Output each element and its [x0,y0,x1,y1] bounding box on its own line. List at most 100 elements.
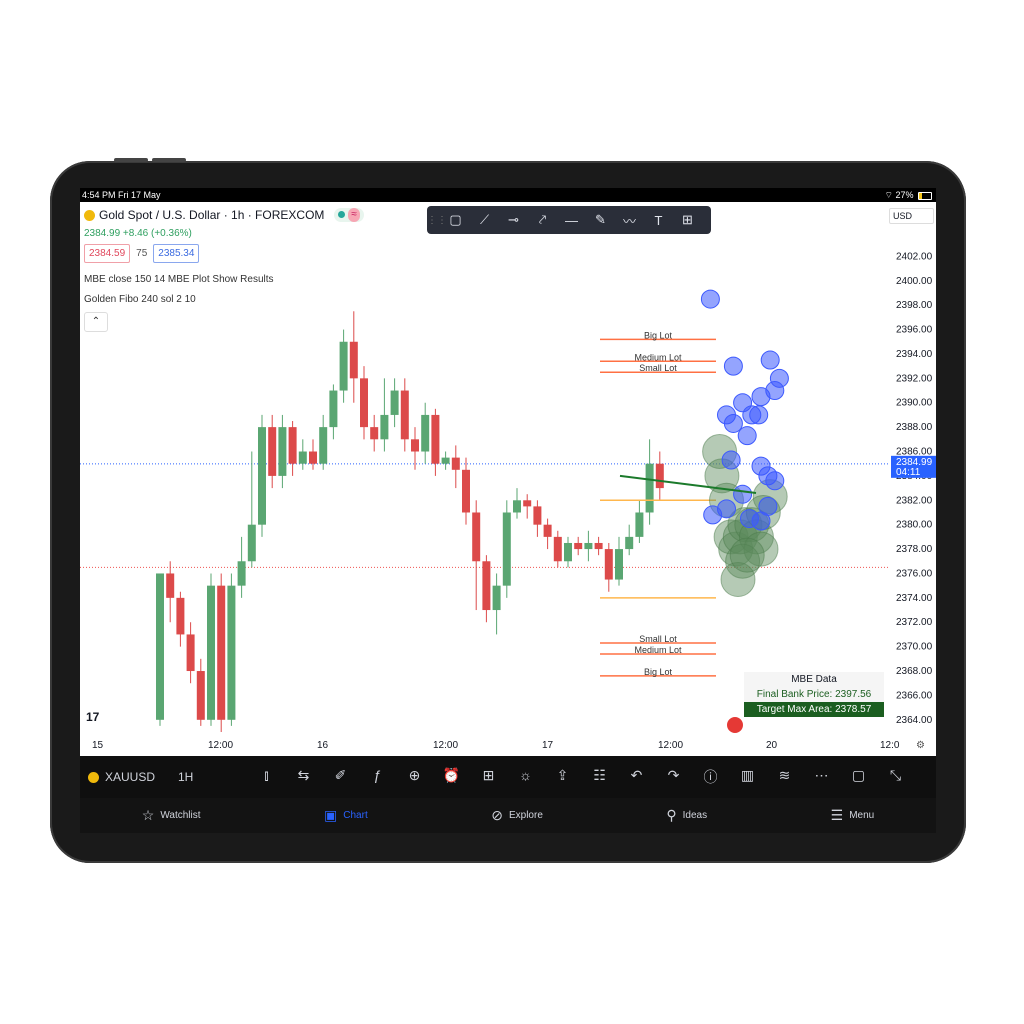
share-icon[interactable]: ⇪ [544,767,581,787]
trend-line-icon[interactable]: ⟋ [470,212,499,228]
y-tick-label: 2388.00 [896,422,933,433]
volume-button [114,158,148,162]
nav-ideas[interactable]: ⚲ Ideas [666,807,707,824]
candle-body [390,390,399,415]
candle-body [176,597,185,635]
x-tick-label: 12:0 [880,740,900,751]
symbol-select[interactable]: XAUUSD [88,770,178,784]
bottom-toolbar: XAUUSD 1H ⫾ ⇆ ✐ ƒ ⊕ ⏰ ⊞ ☼ ⇪ ☷ ↶ ↷ ⓘ ▥ ≋ … [80,756,936,798]
us-flag-icon[interactable] [726,716,744,734]
rectangle-icon[interactable]: ▢ [441,212,470,228]
expand-icon[interactable]: ⤡ [877,767,914,787]
fullscreen-window-icon[interactable]: ▢ [840,767,877,787]
fibo-level-label: Small Lot [639,363,677,373]
gold-coin-icon [88,771,99,783]
mbe-final-bank: Final Bank Price: 2397.56 [744,687,884,702]
candle-body [523,500,532,507]
y-tick-label: 2366.00 [896,690,933,701]
y-tick-label: 2394.00 [896,349,933,360]
y-tick-label: 2364.00 [896,715,933,726]
blue-bubble [703,505,723,525]
nav-explore[interactable]: ⊘ Explore [491,807,543,824]
notes-icon[interactable]: ☷ [581,767,618,787]
layouts-icon[interactable]: ⊞ [470,767,507,787]
candle-body [492,585,501,611]
fibo-level-label: Big Lot [644,330,673,340]
y-tick-label: 2376.00 [896,568,933,579]
sell-button[interactable]: 2384.59 [84,244,131,263]
nav-menu[interactable]: ☰ Menu [831,807,875,824]
add-icon[interactable]: ⊕ [396,767,433,787]
candle-body [298,451,307,464]
candle-body [482,561,491,611]
horizontal-ray-icon[interactable]: ⊸ [499,212,528,228]
x-tick-label: 16 [317,740,329,751]
candle-body [645,463,654,513]
candle-body [258,427,266,525]
more-icon[interactable]: ⋯ [803,767,840,787]
polyline-icon[interactable]: 〰 [615,211,644,230]
candle-body [625,536,634,550]
volume-button [152,158,186,162]
strategy-icon[interactable]: ≋ [766,767,803,787]
path-icon[interactable]: ⤤ [528,212,557,228]
timeframe-select[interactable]: 1H [178,770,248,784]
blue-bubble [758,496,778,516]
blue-bubble [733,484,753,504]
drag-handle-icon[interactable]: ⋮⋮ [427,215,447,226]
candle-body [462,469,470,513]
candle-body [186,634,195,672]
candle-type-icon[interactable]: ⫾ [248,767,285,787]
currency-select[interactable]: USD [889,208,934,224]
y-tick-label: 2390.00 [896,398,933,409]
x-tick-label: 12:00 [208,740,233,751]
candle-body [380,414,389,440]
candle-body [513,500,521,513]
candle-body [268,427,277,476]
chart-header[interactable]: Gold Spot / U.S. Dollar · 1h · FOREXCOM … [84,208,364,222]
candle-body [553,536,562,562]
indicator-fibo[interactable]: Golden Fibo 240 sol 2 10 [84,294,196,305]
toolbar-tools: ⫾ ⇆ ✐ ƒ ⊕ ⏰ ⊞ ☼ ⇪ ☷ ↶ ↷ ⓘ ▥ ≋ ⋯ ▢ ⤡ [248,767,914,787]
y-tick-label: 2392.00 [896,373,933,384]
nav-label: Ideas [682,810,708,821]
compare-icon[interactable]: ⇆ [285,767,322,787]
candle-body [360,378,368,428]
ideas-icon[interactable]: ☼ [507,767,544,787]
brush-icon[interactable]: ✎ [586,212,615,228]
indicators-icon[interactable]: ƒ [359,767,396,787]
horizontal-line-icon[interactable]: — [557,213,586,228]
candle-body [288,427,297,464]
candle-body [635,512,644,537]
candle-body [533,506,542,525]
countdown-label: 04:11 [896,467,921,478]
candle-body [594,542,603,550]
mbe-title: MBE Data [744,672,884,687]
y-tick-label: 2372.00 [896,617,933,628]
undo-icon[interactable]: ↶ [618,767,655,787]
collapse-indicators-button[interactable]: ⌃ [84,312,108,332]
buy-button[interactable]: 2385.34 [153,244,200,263]
y-tick-label: 2382.00 [896,495,933,506]
candle-body [227,585,236,720]
nav-watchlist[interactable]: ☆ Watchlist [142,807,201,824]
redo-icon[interactable]: ↷ [655,767,692,787]
screen: 4:54 PM Fri 17 May ⌔ 27% 2364.00 2366.00 2… [80,188,936,833]
market-status-pill[interactable]: ≈ [334,208,364,222]
symbol-title[interactable]: Gold Spot / U.S. Dollar · 1h · FOREXCOM [99,208,324,222]
measure-icon[interactable]: ⊞ [673,212,702,228]
x-tick-label: 15 [92,740,104,751]
indicator-mbe[interactable]: MBE close 150 14 MBE Plot Show Results [84,274,274,285]
nav-label: Watchlist [160,810,201,821]
text-icon[interactable]: T [644,213,673,228]
gold-coin-icon [84,209,95,221]
blue-bubble [700,289,720,309]
volume-icon[interactable]: ▥ [729,767,766,787]
blue-bubble [765,471,785,491]
candle-body [237,561,246,586]
status-right: ⌔ 27% [884,188,932,202]
info-icon[interactable]: ⓘ [692,767,729,787]
alert-icon[interactable]: ⏰ [433,767,470,787]
nav-chart[interactable]: ▣ Chart [324,807,368,824]
draw-icon[interactable]: ✐ [322,767,359,787]
